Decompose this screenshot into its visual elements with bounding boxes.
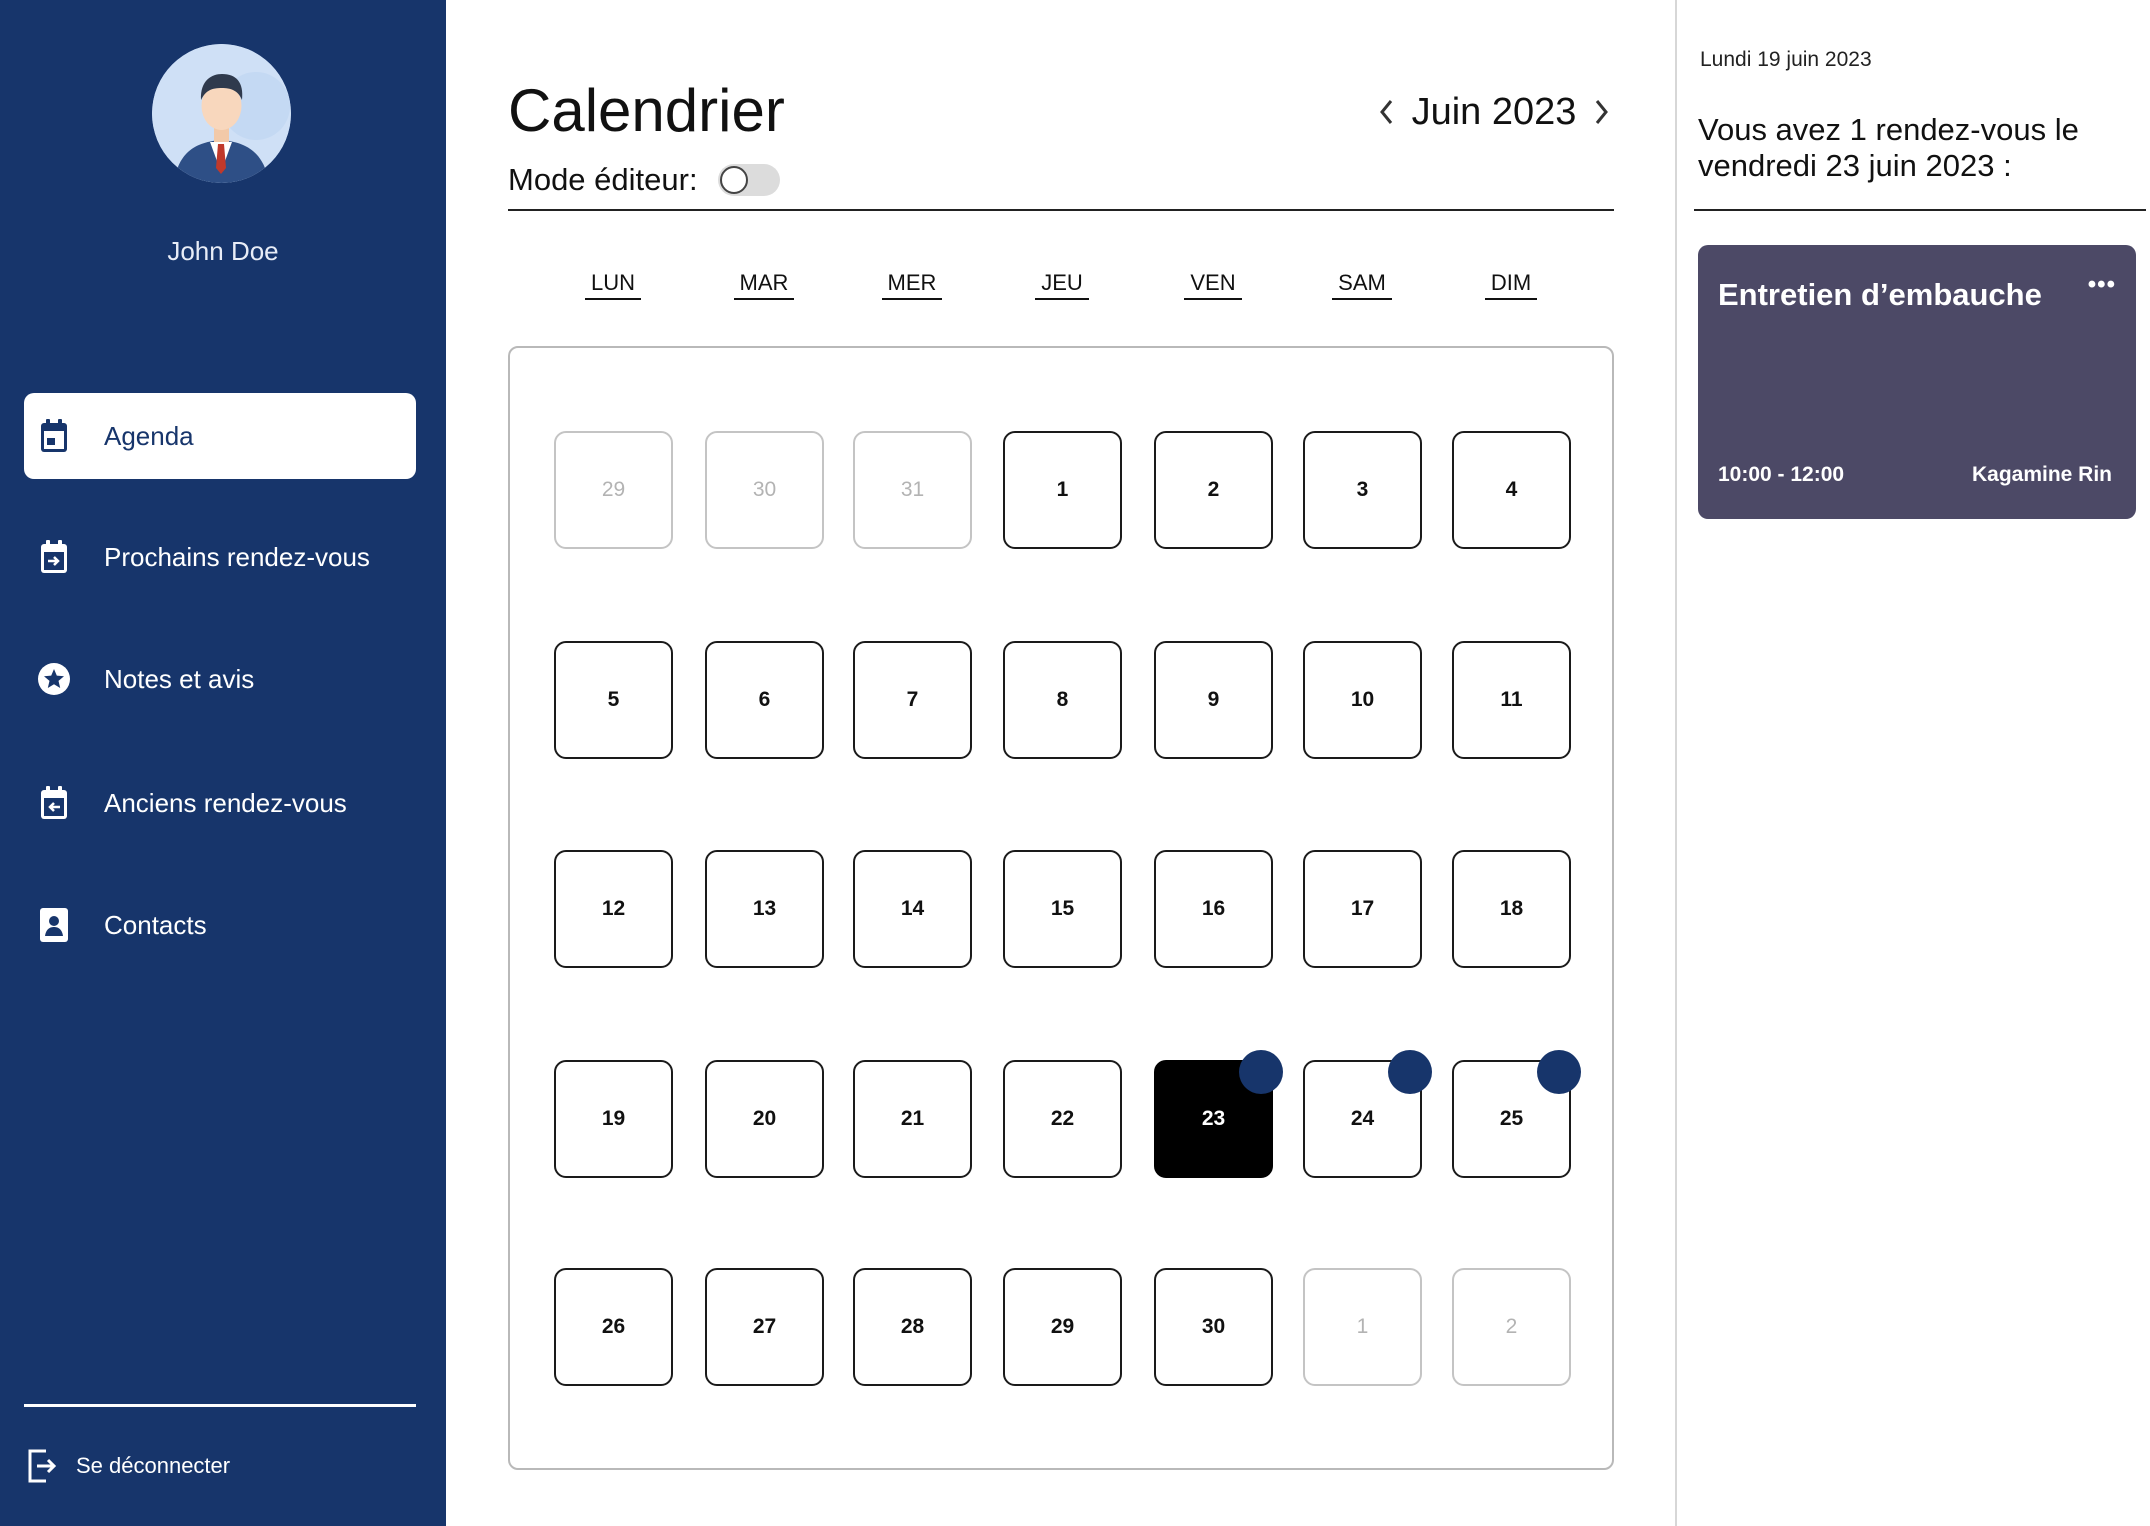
header-divider: [508, 209, 1614, 211]
calendar-day[interactable]: 17: [1303, 850, 1422, 968]
sidebar-divider: [24, 1404, 416, 1407]
calendar-day[interactable]: 10: [1303, 641, 1422, 759]
calendar-day[interactable]: 2: [1452, 1268, 1571, 1386]
weekday-text: MAR: [733, 270, 795, 300]
event-card[interactable]: Entretien d’embauche ••• 10:00 - 12:00 K…: [1698, 245, 2136, 519]
page-title: Calendrier: [508, 77, 785, 144]
weekday-text: DIM: [1484, 270, 1538, 300]
calendar-day[interactable]: 22: [1003, 1060, 1122, 1178]
calendar-day[interactable]: 30: [1154, 1268, 1273, 1386]
calendar-day[interactable]: 2: [1154, 431, 1273, 549]
calendar-day[interactable]: 26: [554, 1268, 673, 1386]
event-time: 10:00 - 12:00: [1718, 463, 1845, 486]
appointment-summary: Vous avez 1 rendez-vous le vendredi 23 j…: [1698, 112, 2079, 183]
calendar-day[interactable]: 4: [1452, 431, 1571, 549]
avatar[interactable]: [152, 44, 291, 183]
weekday-text: LUN: [584, 270, 641, 300]
calendar-day[interactable]: 9: [1154, 641, 1273, 759]
weekday-label: SAM: [1322, 270, 1402, 300]
chevron-right-icon[interactable]: [1590, 96, 1614, 128]
calendar-day[interactable]: 5: [554, 641, 673, 759]
editor-mode-row: Mode éditeur:: [508, 162, 780, 198]
calendar-day[interactable]: 28: [853, 1268, 972, 1386]
event-indicator-dot: [1239, 1050, 1283, 1094]
calendar-day[interactable]: 30: [705, 431, 824, 549]
sidebar-item-notes[interactable]: Notes et avis: [24, 636, 416, 722]
weekday-text: SAM: [1332, 270, 1392, 300]
event-person: Kagamine Rin: [1971, 463, 2112, 486]
event-indicator-dot: [1537, 1050, 1581, 1094]
panel-separator: [1675, 0, 1677, 1526]
logout-button[interactable]: Se déconnecter: [26, 1448, 230, 1484]
user-avatar-icon: [152, 44, 291, 183]
weekday-text: VEN: [1184, 270, 1242, 300]
editor-mode-label: Mode éditeur:: [508, 162, 698, 197]
month-label: Juin 2023: [1411, 90, 1577, 133]
selected-date: Lundi 19 juin 2023: [1700, 48, 1872, 71]
calendar-day[interactable]: 7: [853, 641, 972, 759]
calendar-icon: [36, 416, 72, 456]
event-title: Entretien d’embauche: [1718, 277, 2042, 312]
editor-mode-toggle[interactable]: [717, 164, 780, 196]
sidebar-item-prochains[interactable]: Prochains rendez-vous: [24, 514, 416, 600]
calendar-day[interactable]: 1: [1303, 1268, 1422, 1386]
sidebar-item-agenda[interactable]: Agenda: [24, 393, 416, 479]
sidebar-item-label: Anciens rendez-vous: [104, 787, 347, 818]
contact-card-icon: [36, 905, 72, 945]
chevron-left-icon[interactable]: [1374, 96, 1398, 128]
calendar-day[interactable]: 27: [705, 1268, 824, 1386]
calendar-day[interactable]: 15: [1003, 850, 1122, 968]
calendar-day[interactable]: 8: [1003, 641, 1122, 759]
month-navigator: Juin 2023: [1374, 88, 1614, 136]
sidebar: John Doe Agenda Prochains rendez-vous No…: [0, 0, 446, 1526]
weekday-text: JEU: [1035, 270, 1089, 300]
weekday-label: JEU: [1022, 270, 1102, 300]
calendar-day[interactable]: 12: [554, 850, 673, 968]
calendar-day[interactable]: 18: [1452, 850, 1571, 968]
calendar-day[interactable]: 1: [1003, 431, 1122, 549]
calendar-day[interactable]: 19: [554, 1060, 673, 1178]
user-name: John Doe: [167, 236, 279, 266]
calendar-day[interactable]: 3: [1303, 431, 1422, 549]
star-badge-icon: [36, 659, 72, 699]
panel-divider: [1694, 209, 2146, 211]
sidebar-item-contacts[interactable]: Contacts: [24, 882, 416, 968]
more-options-icon[interactable]: •••: [2088, 271, 2116, 299]
logout-icon: [26, 1448, 60, 1484]
calendar-day[interactable]: 11: [1452, 641, 1571, 759]
calendar-day[interactable]: 29: [554, 431, 673, 549]
sidebar-item-label: Prochains rendez-vous: [104, 541, 370, 572]
calendar-day[interactable]: 13: [705, 850, 824, 968]
weekday-label: MAR: [724, 270, 804, 300]
toggle-knob: [719, 166, 748, 194]
logout-label: Se déconnecter: [76, 1453, 231, 1478]
calendar-day[interactable]: 31: [853, 431, 972, 549]
sidebar-item-label: Contacts: [104, 909, 207, 940]
weekday-label: DIM: [1471, 270, 1551, 300]
calendar-back-icon: [36, 783, 72, 823]
weekday-label: VEN: [1173, 270, 1253, 300]
weekday-text: MER: [881, 270, 943, 300]
event-indicator-dot: [1388, 1050, 1432, 1094]
sidebar-item-anciens[interactable]: Anciens rendez-vous: [24, 760, 416, 846]
calendar-forward-icon: [36, 537, 72, 577]
calendar-day[interactable]: 14: [853, 850, 972, 968]
weekday-label: LUN: [573, 270, 653, 300]
calendar-day[interactable]: 6: [705, 641, 824, 759]
calendar-day[interactable]: 21: [853, 1060, 972, 1178]
calendar-day[interactable]: 29: [1003, 1268, 1122, 1386]
sidebar-item-label: Notes et avis: [104, 663, 255, 694]
weekday-label: MER: [872, 270, 952, 300]
sidebar-item-label: Agenda: [104, 420, 194, 451]
calendar-day[interactable]: 20: [705, 1060, 824, 1178]
calendar-day[interactable]: 16: [1154, 850, 1273, 968]
